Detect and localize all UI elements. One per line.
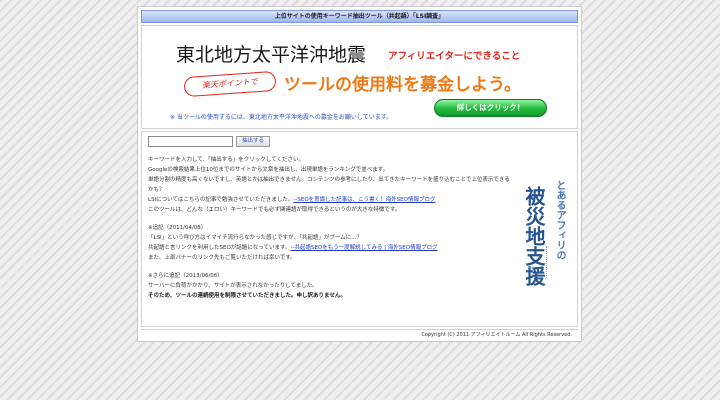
- paragraph: キーワードを入力して、「抽出する」をクリックしてください。: [148, 157, 304, 163]
- side-banner-line2: 被災地支援: [522, 186, 546, 286]
- rakuten-point-stamp: 楽天ポイントで: [183, 70, 277, 98]
- details-button[interactable]: 詳しくはクリック！: [434, 99, 547, 117]
- seo-article-link[interactable]: --SEOを意識した記事は、こう書く！海外SEO情報ブログ: [293, 197, 435, 203]
- main-content: 抽出する キーワードを入力して、「抽出する」をクリックしてください。 Googl…: [141, 131, 578, 327]
- banner-title-sub: アフィリエイターにできること: [388, 51, 521, 62]
- keyword-input[interactable]: [148, 136, 233, 147]
- banner-title-big: ツールの使用料を募金しよう。: [284, 75, 521, 95]
- side-banner-line1: とあるアフィリの: [554, 180, 565, 260]
- extract-button[interactable]: 抽出する: [236, 136, 270, 147]
- description-text: キーワードを入力して、「抽出する」をクリックしてください。 Googleの検索結…: [148, 155, 514, 301]
- paragraph: このツールは、どんな（エロい）キーワードでも必ず関連語が取得できるというのが大き…: [148, 207, 401, 213]
- paragraph: そのため、ツールの連続使用を制限させていただきました。申し訳ありません。: [148, 293, 346, 299]
- paragraph: Googleの検索結果上位10位までのサイトから文章を抽出し、出現単語をランキン…: [148, 167, 389, 173]
- banner-title-main: 東北地方太平洋沖地震: [176, 44, 367, 66]
- page-header: 上位サイトの使用キーワード抽出ツール（共起語）「LSI調査」: [141, 10, 578, 23]
- paragraph: LSIについてはこちらの記事で勉強させていただきました。--SEOを意識した記事…: [148, 197, 436, 203]
- cooccurrence-seo-link[interactable]: --共起語SEOをもう一度解説してみる | 海外SEO情報ブログ: [290, 245, 437, 251]
- paragraph: 共起語と言リンクを利用したSEOが話題になっています。--共起語SEOをもう一度…: [148, 245, 438, 251]
- paragraph: ※さらに追記（2013/06/06）: [148, 273, 223, 279]
- paragraph: サーバーに負荷がかかり、サイトが表示されなかったりしてました。: [148, 283, 318, 289]
- paragraph: 単語分割の精度も高くないですし、英語とかは抽出できません。コンテンツの参考にした…: [148, 177, 510, 193]
- page-container: 上位サイトの使用キーワード抽出ツール（共起語）「LSI調査」 東北地方太平洋沖地…: [137, 6, 582, 342]
- paragraph: ※追記（2011/04/08）: [148, 225, 207, 231]
- banner-note: ※ 当ツールの使用するには、東北地方太平洋沖地震への募金をお願いしています。: [170, 114, 393, 121]
- disaster-support-banner[interactable]: とあるアフィリの 被災地支援: [516, 180, 574, 318]
- paragraph: また、上部バナーのリンク先もご覧いただければ幸いです。: [148, 255, 296, 261]
- paragraph: 「LSI」という呼び方はイマイチ流行らなかった感じですが、「共起語」がブームに……: [148, 235, 363, 241]
- donation-banner[interactable]: 東北地方太平洋沖地震 アフィリエイターにできること 楽天ポイントで ツールの使用…: [141, 25, 578, 129]
- copyright-footer: Copyright (C) 2011 アフィリエイトルーム All Rights…: [141, 329, 578, 340]
